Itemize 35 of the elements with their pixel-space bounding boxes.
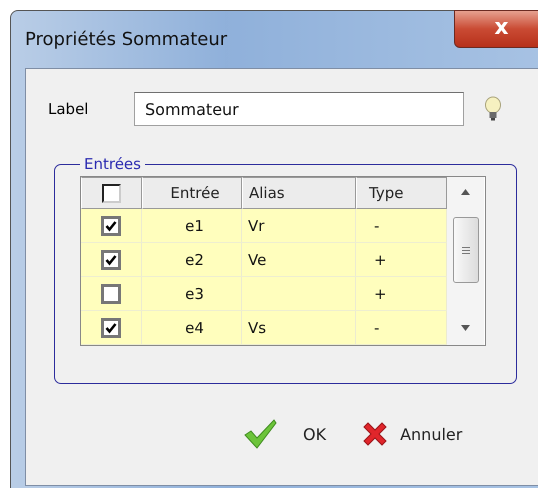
table-cell: e1 [185, 216, 204, 234]
table-cell: Vr [248, 216, 264, 234]
check-icon [243, 418, 277, 450]
row-checkbox[interactable] [101, 284, 121, 304]
row-checkbox[interactable] [101, 216, 121, 236]
table-cell: e4 [185, 318, 204, 336]
scroll-down-icon[interactable] [461, 325, 470, 331]
table-cell: Ve [248, 250, 266, 268]
table-cell: e2 [185, 250, 204, 268]
row-checkbox[interactable] [101, 250, 121, 270]
column-header[interactable] [81, 177, 142, 209]
checkmark-icon [104, 320, 118, 334]
checkmark-icon [104, 218, 118, 232]
label-field[interactable]: Sommateur [134, 92, 464, 126]
table-cell: Vs [248, 318, 266, 336]
column-header[interactable]: Type [356, 177, 447, 209]
close-button[interactable]: x [454, 10, 538, 48]
field-label: Label [48, 100, 90, 118]
table-cell: - [374, 216, 380, 234]
lightbulb-icon[interactable] [484, 96, 502, 122]
select-all-checkbox[interactable] [102, 184, 121, 202]
cancel-button[interactable]: Annuler [360, 418, 462, 450]
column-header[interactable]: Alias [242, 177, 356, 209]
table-cell: - [374, 318, 380, 336]
window-title: Propriétés Sommateur [25, 29, 228, 50]
scroll-up-icon[interactable] [461, 189, 470, 195]
vertical-scrollbar[interactable] [447, 177, 484, 345]
checkmark-icon [104, 252, 118, 266]
row-checkbox[interactable] [101, 318, 121, 338]
table-cell: e3 [185, 284, 204, 302]
ok-button[interactable]: OK [243, 418, 326, 450]
table-cell: + [374, 250, 387, 268]
group-title: Entrées [83, 155, 142, 173]
column-header[interactable]: Entrée [142, 177, 242, 209]
table-cell: + [374, 284, 387, 302]
